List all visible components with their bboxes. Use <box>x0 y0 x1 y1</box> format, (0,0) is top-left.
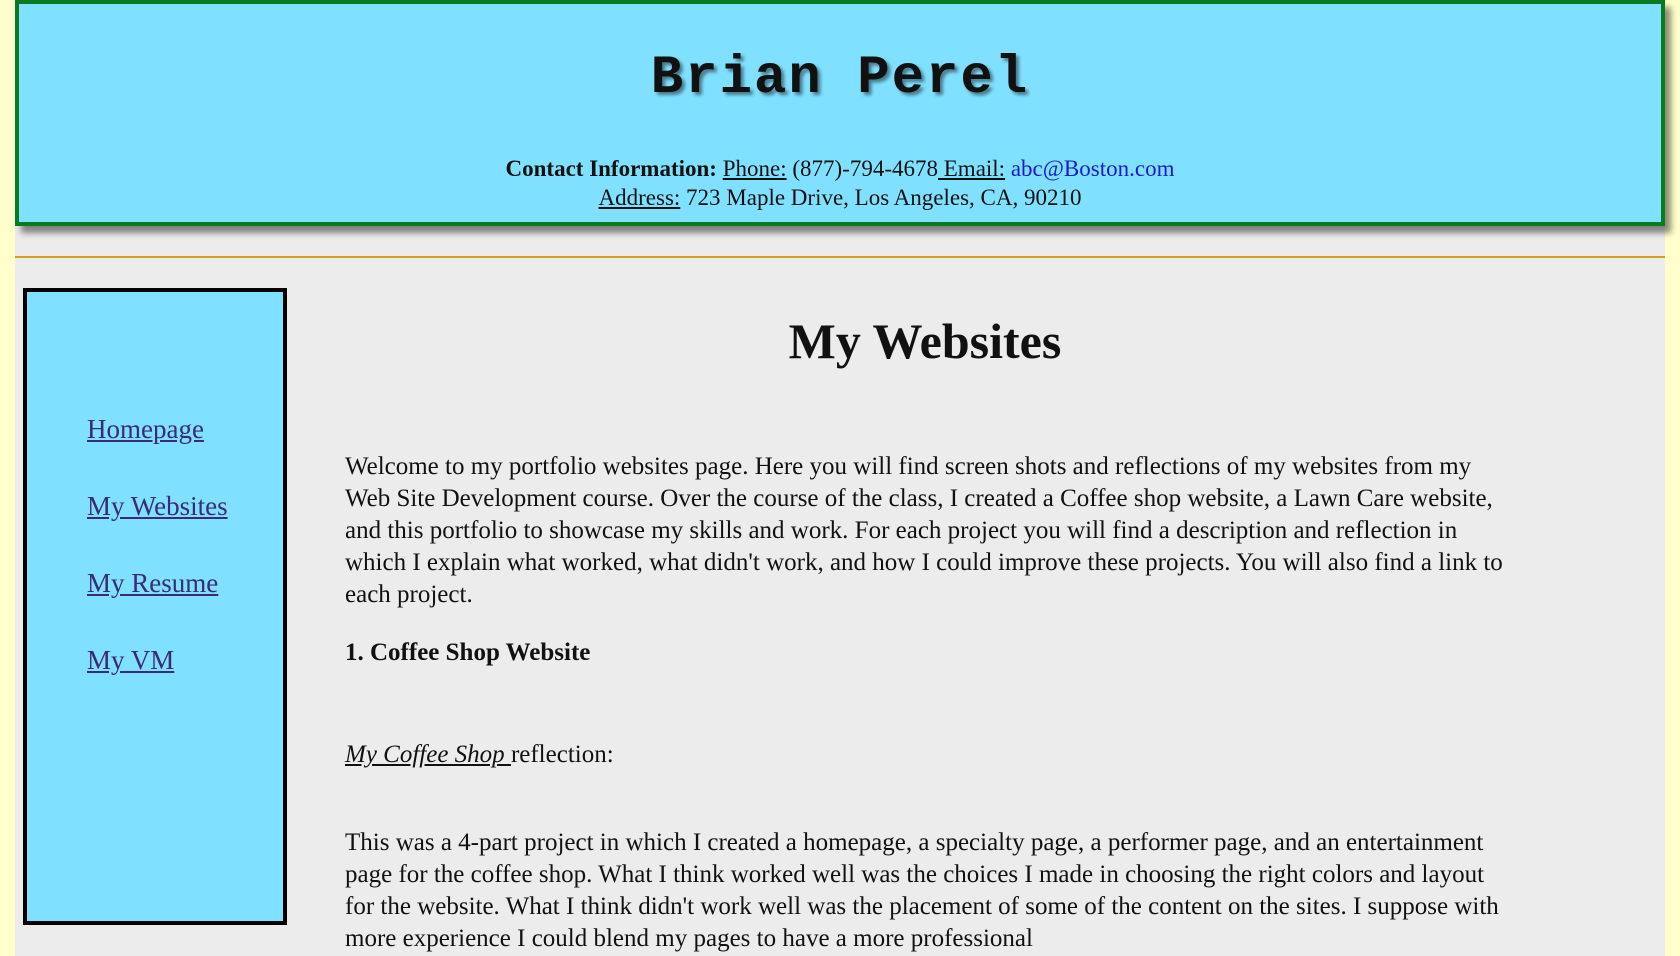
page: Brian Perel Contact Information: Phone: … <box>15 0 1665 956</box>
page-title: My Websites <box>788 313 1062 369</box>
sidebar-item-homepage[interactable]: Homepage <box>87 414 204 445</box>
email-link[interactable]: abc@Boston.com <box>1011 156 1175 181</box>
site-header: Brian Perel Contact Information: Phone: … <box>15 0 1665 226</box>
site-title: Brian Perel <box>650 48 1030 109</box>
contact-info: Contact Information: Phone: (877)-794-46… <box>19 154 1661 212</box>
sidebar-item-my-resume[interactable]: My Resume <box>87 568 218 599</box>
phone-label: Phone: <box>722 156 787 181</box>
reflection-line: My Coffee Shop reflection: <box>345 741 614 769</box>
sidebar-item-my-websites[interactable]: My Websites <box>87 491 228 522</box>
phone-value: (877)-794-4678 <box>786 156 938 181</box>
contact-line-2: Address: 723 Maple Drive, Los Angeles, C… <box>19 183 1661 212</box>
email-label: Email: <box>938 156 1006 181</box>
sidebar-nav: Homepage My Websites My Resume My VM <box>23 288 287 925</box>
coffee-shop-link[interactable]: My Coffee Shop <box>345 741 511 768</box>
contact-label: Contact Information: <box>505 156 717 181</box>
sidebar-item-my-vm[interactable]: My VM <box>87 645 174 676</box>
project-description: This was a 4-part project in which I cre… <box>345 829 1499 952</box>
header-divider <box>15 256 1665 258</box>
address-label: Address: <box>598 185 681 210</box>
address-value: 723 Maple Drive, Los Angeles, CA, 90210 <box>680 185 1082 210</box>
project-heading: 1. Coffee Shop Website <box>345 639 591 666</box>
contact-line-1: Contact Information: Phone: (877)-794-46… <box>19 154 1661 183</box>
intro-paragraph: Welcome to my portfolio websites page. H… <box>345 453 1503 608</box>
reflection-label: reflection: <box>510 741 614 768</box>
